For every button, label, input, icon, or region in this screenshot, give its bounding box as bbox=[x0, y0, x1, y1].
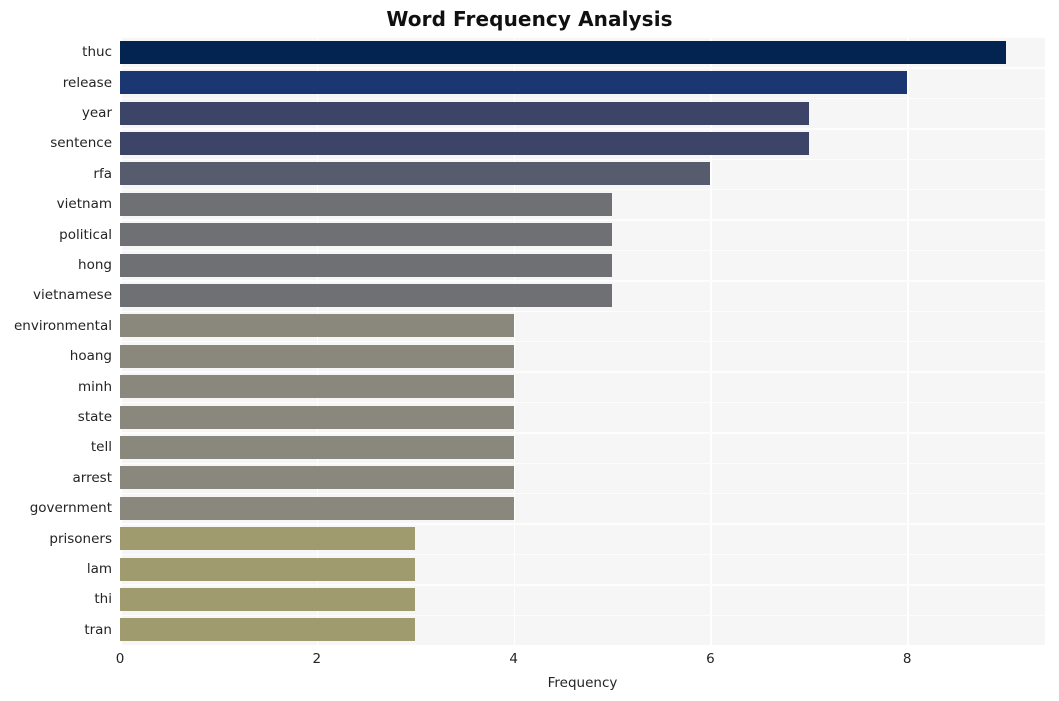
bar-vietnamese[interactable] bbox=[120, 283, 613, 307]
x-tick-label-2: 2 bbox=[312, 651, 322, 667]
y-tick-label-government: government bbox=[29, 500, 112, 517]
y-tick-label-release: release bbox=[62, 74, 112, 91]
bar-release[interactable] bbox=[120, 71, 908, 95]
y-tick-label-year: year bbox=[81, 105, 112, 121]
y-tick-label-thi: thi bbox=[94, 591, 112, 608]
y-tick-label-lam: lam bbox=[86, 561, 112, 577]
bar-prisoners[interactable] bbox=[120, 527, 416, 551]
bar-thi[interactable] bbox=[120, 587, 416, 611]
bar-year[interactable] bbox=[120, 101, 809, 125]
y-tick-label-hoang: hoang bbox=[69, 348, 112, 365]
y-tick-label-prisoners: prisoners bbox=[49, 530, 112, 547]
bar-arrest[interactable] bbox=[120, 466, 514, 490]
bar-thuc[interactable] bbox=[120, 40, 1006, 64]
y-axis-tick-labels: thuc release year sentence rfa vietnam politic… bbox=[0, 37, 112, 645]
x-tick-label-8: 8 bbox=[902, 651, 912, 667]
bar-rfa[interactable] bbox=[120, 162, 711, 186]
y-tick-label-political: political bbox=[59, 226, 112, 243]
bar-vietnam[interactable] bbox=[120, 192, 613, 216]
y-tick-label-vietnam: vietnam bbox=[56, 196, 112, 213]
page-title: Word Frequency Analysis bbox=[386, 7, 673, 31]
bar-political[interactable] bbox=[120, 223, 613, 247]
x-axis-tick-labels: 0 2 4 6 8 bbox=[0, 650, 1059, 670]
x-axis-title: Frequency bbox=[547, 675, 618, 691]
bar-tran[interactable] bbox=[120, 618, 416, 642]
y-tick-label-arrest: arrest bbox=[72, 469, 112, 486]
bar-state[interactable] bbox=[120, 405, 514, 429]
bar-government[interactable] bbox=[120, 496, 514, 520]
x-tick-label-6: 6 bbox=[706, 651, 715, 667]
y-tick-label-environmental: environmental bbox=[13, 317, 112, 334]
y-tick-label-hong: hong bbox=[78, 257, 112, 273]
bar-hong[interactable] bbox=[120, 253, 613, 277]
bar-lam[interactable] bbox=[120, 557, 416, 581]
y-tick-label-minh: minh bbox=[77, 378, 112, 395]
plot-area bbox=[120, 37, 1045, 645]
y-tick-label-tran: tran bbox=[84, 621, 112, 638]
bar-tell[interactable] bbox=[120, 435, 514, 459]
y-tick-label-rfa: rfa bbox=[93, 165, 112, 182]
bar-minh[interactable] bbox=[120, 375, 514, 399]
y-tick-label-vietnamese: vietnamese bbox=[33, 287, 112, 304]
bar-hoang[interactable] bbox=[120, 344, 514, 368]
word-frequency-chart-figure: Word Frequency Analysis thuc release year s… bbox=[0, 0, 1059, 701]
x-tick-label-0: 0 bbox=[115, 651, 125, 667]
y-tick-label-sentence: sentence bbox=[50, 135, 112, 152]
y-tick-label-thuc: thuc bbox=[82, 44, 112, 61]
y-tick-label-state: state bbox=[77, 409, 112, 425]
bar-environmental[interactable] bbox=[120, 314, 514, 338]
x-tick-label-4: 4 bbox=[509, 651, 518, 667]
bars-layer bbox=[120, 37, 1045, 645]
bar-sentence[interactable] bbox=[120, 131, 809, 155]
y-tick-label-tell: tell bbox=[90, 439, 112, 456]
